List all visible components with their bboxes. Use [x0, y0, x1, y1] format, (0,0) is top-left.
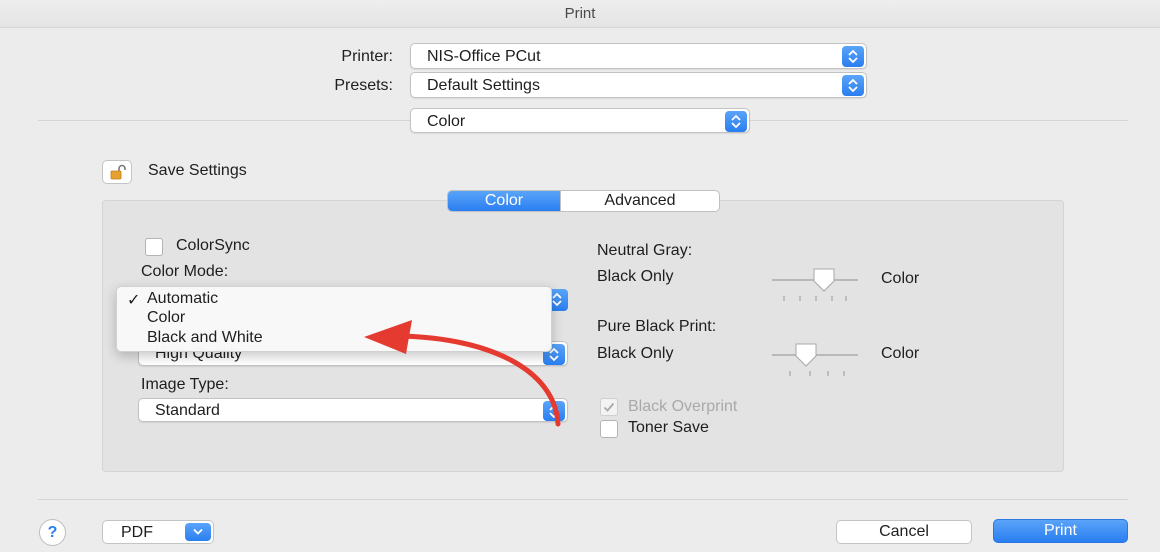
black-overprint-checkbox[interactable]: [600, 398, 618, 416]
automatic-label: Automatic: [147, 290, 219, 307]
presets-popup[interactable]: Default Settings: [410, 72, 867, 98]
printer-label: Printer:: [341, 48, 393, 65]
printer-stepper-icon: [842, 46, 864, 67]
pure-black-left-label: Black Only: [597, 345, 674, 362]
pure-black-right-label: Color: [881, 345, 920, 362]
neutral-gray-right-label: Color: [881, 270, 920, 287]
bottom-separator: [38, 499, 1128, 500]
print-button[interactable]: Print: [993, 519, 1128, 543]
color-mode-option-black-and-white[interactable]: Black and White: [147, 329, 263, 347]
checkmark-icon: ✓: [127, 292, 141, 309]
tab-advanced[interactable]: Advanced: [560, 191, 719, 211]
printer-value: NIS-Office PCut: [427, 48, 541, 65]
pure-black-slider-thumb[interactable]: [793, 342, 819, 373]
neutral-gray-left-label: Black Only: [597, 268, 674, 285]
presets-stepper-icon: [842, 75, 864, 96]
save-settings-lock-button[interactable]: [102, 160, 132, 184]
chevron-down-icon: [185, 523, 211, 541]
colorsync-checkbox[interactable]: [145, 238, 163, 256]
toner-save-checkbox[interactable]: [600, 420, 618, 438]
presets-value: Default Settings: [427, 77, 540, 94]
section-stepper-icon: [725, 111, 747, 132]
presets-label: Presets:: [334, 77, 393, 94]
image-type-label: Image Type:: [141, 376, 229, 393]
pure-black-label: Pure Black Print:: [597, 318, 717, 335]
color-mode-label: Color Mode:: [141, 263, 229, 280]
printer-popup[interactable]: NIS-Office PCut: [410, 43, 867, 69]
black-overprint-label: Black Overprint: [628, 398, 738, 415]
lock-open-icon: [110, 164, 126, 180]
colorsync-label: ColorSync: [176, 237, 250, 254]
checkmark-icon: [603, 402, 615, 412]
save-settings-label: Save Settings: [148, 162, 247, 179]
neutral-gray-label: Neutral Gray:: [597, 242, 693, 259]
section-popup[interactable]: Color: [410, 108, 750, 133]
help-button[interactable]: ?: [39, 519, 66, 546]
pdf-menu-button[interactable]: PDF: [102, 520, 214, 544]
image-type-value: Standard: [155, 402, 220, 419]
section-value: Color: [427, 113, 466, 130]
window-title: Print: [564, 5, 596, 22]
annotation-arrow-icon: [364, 320, 561, 427]
toner-save-label: Toner Save: [628, 419, 709, 436]
title-bar: Print: [0, 0, 1160, 28]
cancel-button[interactable]: Cancel: [836, 520, 972, 544]
color-mode-option-color[interactable]: Color: [147, 309, 185, 327]
neutral-gray-slider-thumb[interactable]: [811, 267, 837, 298]
tab-color[interactable]: Color: [448, 191, 560, 211]
pdf-label: PDF: [121, 524, 153, 541]
tab-segmented-control: Color Advanced: [447, 190, 720, 212]
